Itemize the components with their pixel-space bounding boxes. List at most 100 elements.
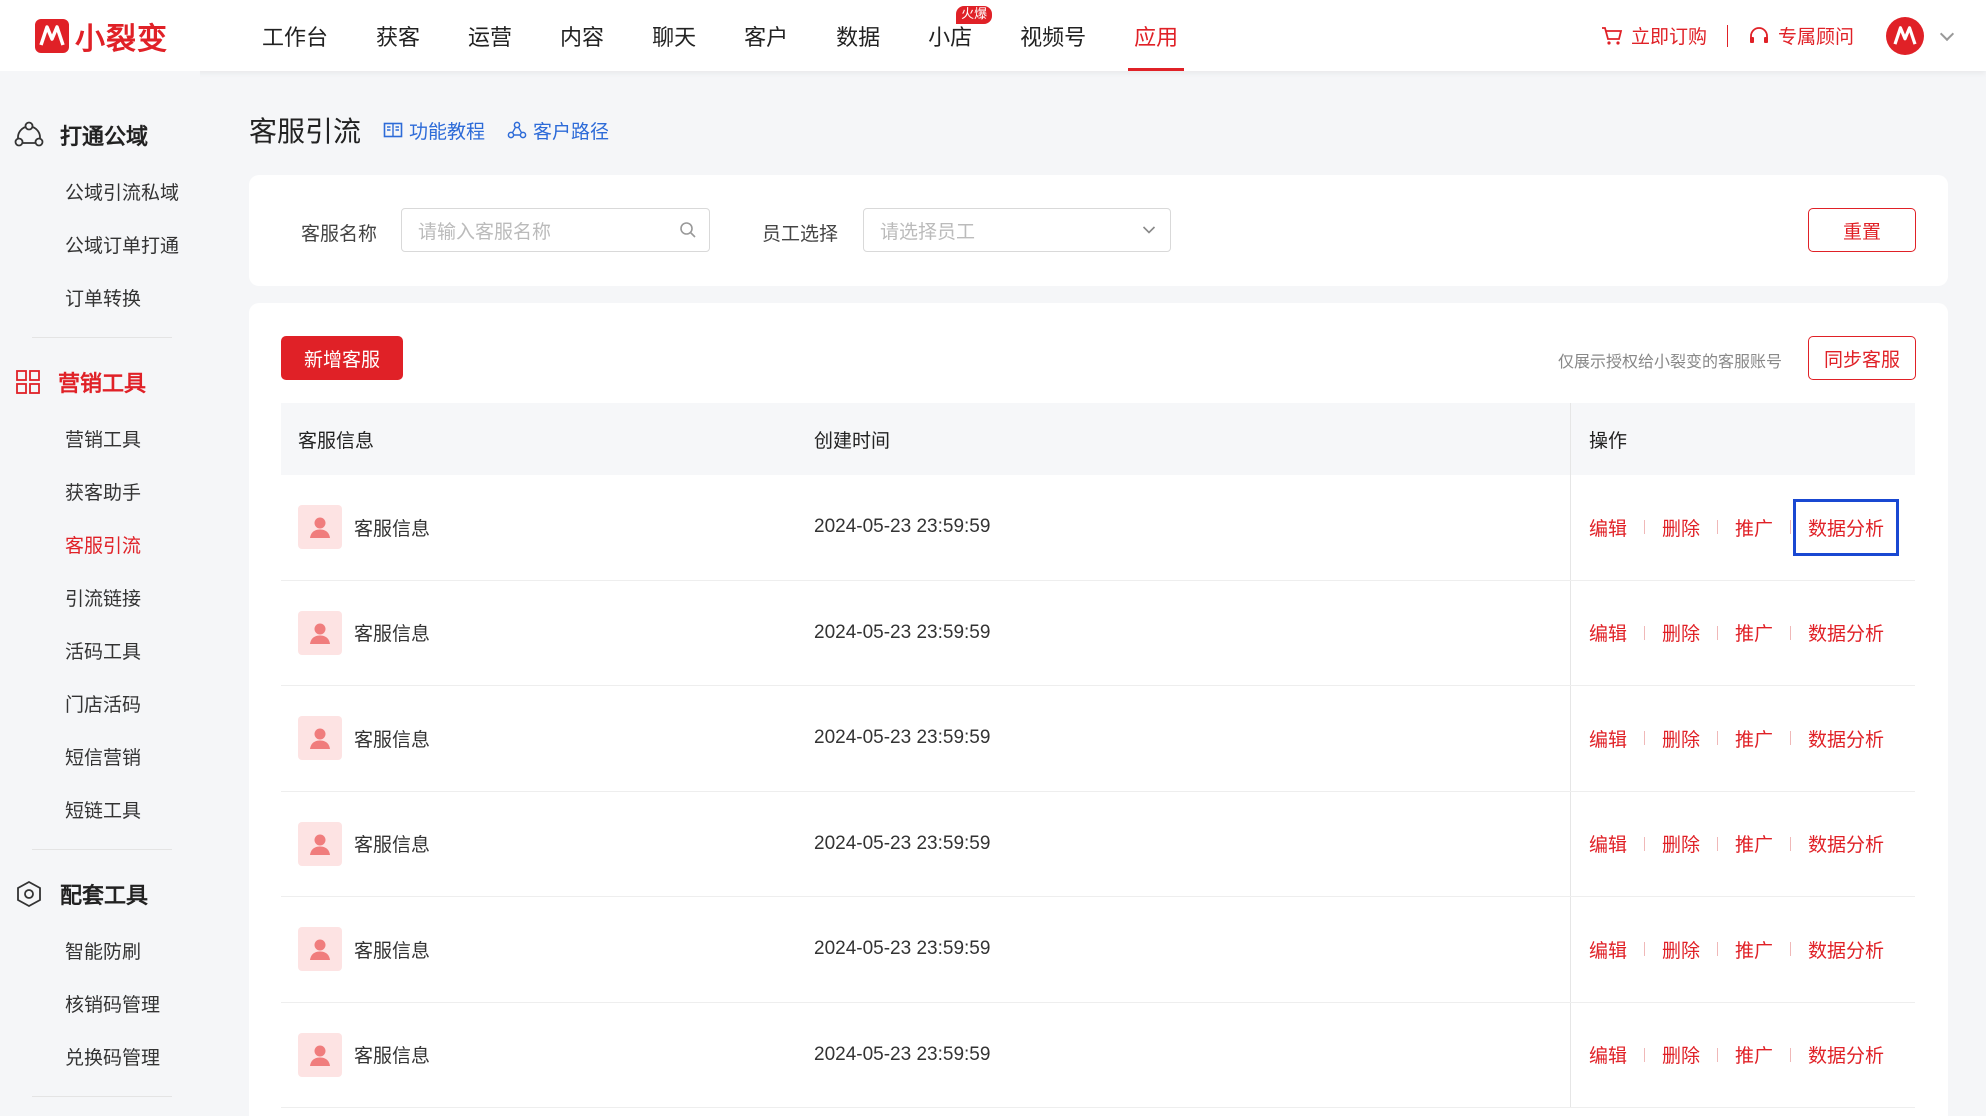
delete-action[interactable]: 删除 xyxy=(1662,936,1700,963)
delete-action[interactable]: 删除 xyxy=(1662,514,1700,541)
promote-action[interactable]: 推广 xyxy=(1735,619,1773,646)
service-avatar xyxy=(298,821,342,866)
sidebar-group-support[interactable]: 配套工具 xyxy=(14,878,148,910)
promote-action[interactable]: 推广 xyxy=(1735,830,1773,857)
nav-item-customer[interactable]: 客户 xyxy=(720,0,812,71)
data-analysis-action[interactable]: 数据分析 xyxy=(1808,619,1884,646)
promote-action[interactable]: 推广 xyxy=(1735,725,1773,752)
sidebar-item-shortlink[interactable]: 短链工具 xyxy=(65,796,141,823)
nav-item-chat[interactable]: 聊天 xyxy=(628,0,720,71)
service-name: 客服信息 xyxy=(354,834,431,857)
data-analysis-action[interactable]: 数据分析 xyxy=(1808,830,1884,857)
sidebar-group-title: 打通公域 xyxy=(60,125,149,150)
data-analysis-action[interactable]: 数据分析 xyxy=(1793,498,1900,556)
delete-action[interactable]: 删除 xyxy=(1662,725,1700,752)
sidebar-item-public-orders[interactable]: 公域订单打通 xyxy=(65,231,179,258)
sidebar-item-order-convert[interactable]: 订单转换 xyxy=(65,284,141,311)
subscribe-link[interactable]: 立即订购 xyxy=(1601,22,1707,49)
promote-action[interactable]: 推广 xyxy=(1735,514,1773,541)
table-row: 客服信息 2024-05-23 23:59:59 编辑 删除 推广 数据分析 xyxy=(281,791,1915,897)
data-analysis-action[interactable]: 数据分析 xyxy=(1808,936,1884,963)
nav-item-workbench[interactable]: 工作台 xyxy=(238,0,352,71)
service-name: 客服信息 xyxy=(354,728,431,751)
service-name-search-input[interactable]: 请输入客服名称 xyxy=(401,208,710,252)
nav-item-channels[interactable]: 视频号 xyxy=(996,0,1110,71)
sidebar-item-marketing-tools[interactable]: 营销工具 xyxy=(65,425,141,452)
row-actions: 编辑 删除 推广 数据分析 xyxy=(1589,725,1884,752)
nav-item-apps[interactable]: 应用 xyxy=(1110,0,1202,71)
sidebar-divider xyxy=(32,1096,172,1097)
sidebar-item-service-traffic[interactable]: 客服引流 xyxy=(65,531,141,558)
select-placeholder: 请选择员工 xyxy=(880,220,976,243)
sidebar-item-store-code[interactable]: 门店活码 xyxy=(65,690,141,717)
data-analysis-action[interactable]: 数据分析 xyxy=(1808,725,1884,752)
sidebar-item-redeem-code[interactable]: 兑换码管理 xyxy=(65,1043,160,1070)
edit-action[interactable]: 编辑 xyxy=(1589,514,1627,541)
sidebar-group-title: 配套工具 xyxy=(60,884,149,909)
promote-action[interactable]: 推广 xyxy=(1735,936,1773,963)
nav-label: 内容 xyxy=(560,25,605,51)
nav-label: 工作台 xyxy=(262,25,329,51)
sidebar-item-anti-fraud[interactable]: 智能防刷 xyxy=(65,937,141,964)
sidebar-item-traffic-link[interactable]: 引流链接 xyxy=(65,584,141,611)
staff-select[interactable]: 请选择员工 xyxy=(863,208,1171,252)
sidebar-item-public-to-private[interactable]: 公域引流私域 xyxy=(65,178,179,205)
edit-action[interactable]: 编辑 xyxy=(1589,830,1627,857)
nav-item-content[interactable]: 内容 xyxy=(536,0,628,71)
created-time: 2024-05-23 23:59:59 xyxy=(814,516,991,538)
nav-label: 小店 xyxy=(928,25,973,51)
data-analysis-action[interactable]: 数据分析 xyxy=(1808,1041,1884,1068)
headset-icon xyxy=(1749,26,1768,43)
customer-path-link[interactable]: 客户路径 xyxy=(507,117,609,144)
customer-path-label: 客户路径 xyxy=(533,120,610,143)
tutorial-link[interactable]: 功能教程 xyxy=(383,117,485,144)
nav-item-operate[interactable]: 运营 xyxy=(444,0,536,71)
search-placeholder: 请输入客服名称 xyxy=(418,220,552,243)
edit-action[interactable]: 编辑 xyxy=(1589,725,1627,752)
action-separator xyxy=(1717,731,1719,746)
service-name: 客服信息 xyxy=(354,623,431,646)
delete-action[interactable]: 删除 xyxy=(1662,1041,1700,1068)
created-time: 2024-05-23 23:59:59 xyxy=(814,621,991,643)
nav-item-data[interactable]: 数据 xyxy=(812,0,904,71)
table-header: 客服信息 创建时间 操作 xyxy=(281,403,1915,475)
delete-action[interactable]: 删除 xyxy=(1662,830,1700,857)
logo-icon xyxy=(35,19,69,53)
sync-service-button[interactable]: 同步客服 xyxy=(1808,336,1916,380)
authorized-hint: 仅展示授权给小裂变的客服账号 xyxy=(1557,352,1782,371)
user-avatar[interactable] xyxy=(1886,16,1924,55)
nav-item-shop[interactable]: 小店 火爆 xyxy=(904,0,996,71)
nav-item-acquire[interactable]: 获客 xyxy=(352,0,444,71)
reset-button[interactable]: 重置 xyxy=(1808,208,1916,252)
action-separator xyxy=(1790,731,1792,746)
action-separator xyxy=(1644,1047,1646,1062)
hexagon-icon xyxy=(17,880,41,908)
edit-action[interactable]: 编辑 xyxy=(1589,936,1627,963)
column-header-info: 客服信息 xyxy=(298,429,375,452)
advisor-link[interactable]: 专属顾问 xyxy=(1748,22,1854,49)
delete-action[interactable]: 删除 xyxy=(1662,619,1700,646)
action-separator xyxy=(1644,520,1646,535)
page-header: 客服引流 功能教程 客户路径 xyxy=(249,110,609,150)
add-service-button[interactable]: 新增客服 xyxy=(281,336,403,380)
sidebar-item-live-code[interactable]: 活码工具 xyxy=(65,637,141,664)
row-actions: 编辑 删除 推广 数据分析 xyxy=(1589,498,1900,556)
row-actions: 编辑 删除 推广 数据分析 xyxy=(1589,1041,1884,1068)
network-icon xyxy=(14,121,44,147)
sidebar-group-public[interactable]: 打通公域 xyxy=(14,119,148,151)
sidebar-group-marketing[interactable]: 营销工具 xyxy=(14,366,146,398)
brand-logo[interactable]: 小裂变 xyxy=(35,14,168,58)
promote-action[interactable]: 推广 xyxy=(1735,1041,1773,1068)
list-card: 新增客服 仅展示授权给小裂变的客服账号 同步客服 客服信息 创建时间 操作 客服… xyxy=(249,303,1948,1116)
sidebar-item-acquire-assistant[interactable]: 获客助手 xyxy=(65,478,141,505)
staff-filter-label: 员工选择 xyxy=(762,223,839,245)
column-header-actions: 操作 xyxy=(1589,429,1628,452)
column-divider xyxy=(1570,580,1571,685)
sidebar-item-sms[interactable]: 短信营销 xyxy=(65,743,141,770)
table-row: 客服信息 2024-05-23 23:59:59 编辑 删除 推广 数据分析 xyxy=(281,686,1915,792)
chevron-down-icon[interactable] xyxy=(1939,26,1955,41)
sidebar-item-verify-code[interactable]: 核销码管理 xyxy=(65,990,160,1017)
edit-action[interactable]: 编辑 xyxy=(1589,1041,1627,1068)
edit-action[interactable]: 编辑 xyxy=(1589,619,1627,646)
sidebar-divider xyxy=(32,337,172,338)
